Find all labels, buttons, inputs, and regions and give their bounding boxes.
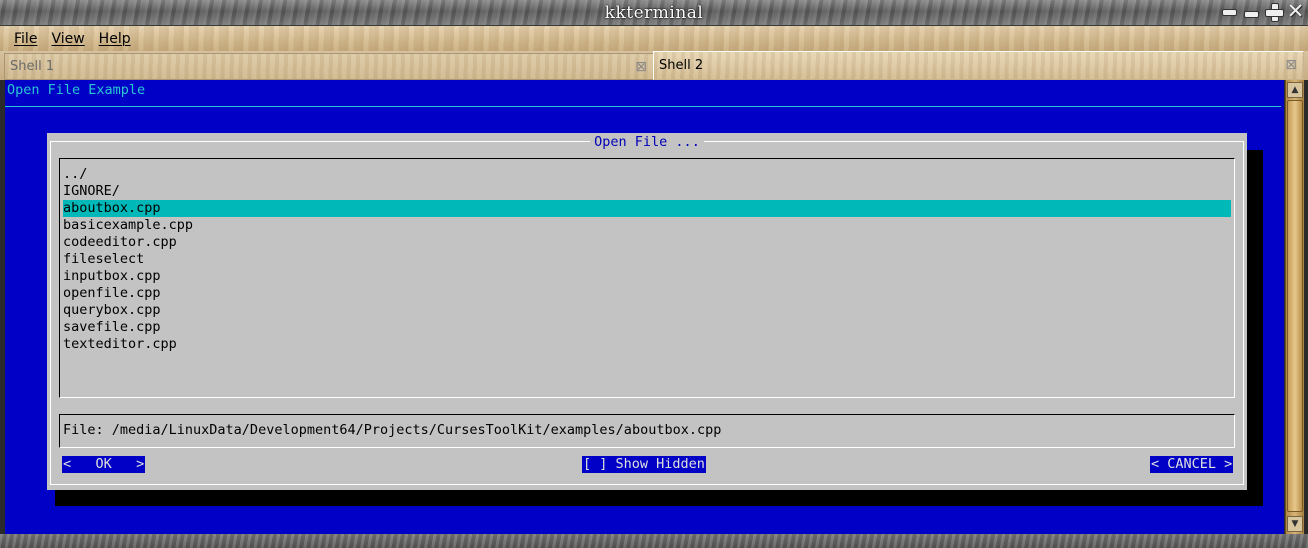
- file-list-item[interactable]: aboutbox.cpp: [63, 200, 1231, 217]
- tab-label: Shell 2: [659, 58, 704, 73]
- terminal-scrollbar[interactable]: ▲ ▼: [1285, 80, 1304, 534]
- maximize-icon[interactable]: [1263, 1, 1284, 22]
- tab-close-icon[interactable]: ⊠: [1285, 57, 1297, 73]
- tab-shell-2[interactable]: Shell 2 ⊠: [653, 51, 1304, 80]
- path-field[interactable]: File: /media/LinuxData/Development64/Pro…: [59, 414, 1235, 448]
- menu-view[interactable]: View: [44, 31, 91, 47]
- terminal-title: Open File Example: [7, 82, 146, 98]
- menu-file[interactable]: File: [7, 31, 44, 47]
- scroll-down-icon[interactable]: ▼: [1287, 516, 1303, 532]
- file-list-item[interactable]: IGNORE/: [63, 183, 1231, 200]
- file-list[interactable]: ../IGNORE/aboutbox.cpp basicexample.cpp co…: [59, 158, 1235, 398]
- file-list-item[interactable]: inputbox.cpp: [63, 268, 1231, 285]
- file-list-item[interactable]: savefile.cpp: [63, 319, 1231, 336]
- open-file-dialog: Open File ... ../IGNORE/aboutbox.cpp basi…: [47, 133, 1247, 490]
- file-list-item[interactable]: querybox.cpp: [63, 302, 1231, 319]
- file-list-item[interactable]: openfile.cpp: [63, 285, 1231, 302]
- menu-bar: File View Help: [0, 26, 1308, 51]
- file-list-item[interactable]: basicexample.cpp: [63, 217, 1231, 234]
- terminal-divider: [5, 106, 1281, 107]
- file-list-item[interactable]: codeeditor.cpp: [63, 234, 1231, 251]
- window-bottom-frame: [0, 534, 1308, 548]
- tab-shell-1[interactable]: Shell 1 ⊠: [4, 53, 654, 80]
- file-list-item[interactable]: fileselect: [63, 251, 1231, 268]
- cancel-button[interactable]: < CANCEL >: [1150, 456, 1234, 473]
- path-text: File: /media/LinuxData/Development64/Pro…: [63, 422, 722, 438]
- close-icon[interactable]: ✕: [1285, 1, 1306, 22]
- window-controls: ✕: [1219, 1, 1306, 22]
- tab-bar: Shell 1 ⊠ Shell 2 ⊠: [0, 51, 1308, 80]
- menu-help[interactable]: Help: [92, 31, 138, 47]
- window-title: kkterminal: [604, 3, 704, 23]
- show-hidden-checkbox[interactable]: [ ] Show Hidden: [582, 456, 706, 473]
- scroll-up-icon[interactable]: ▲: [1287, 82, 1303, 98]
- tab-label: Shell 1: [10, 59, 55, 74]
- dialog-title: Open File ...: [47, 134, 1247, 150]
- window-titlebar[interactable]: kkterminal ✕: [0, 0, 1308, 26]
- shade-icon[interactable]: [1241, 1, 1262, 22]
- tab-close-icon[interactable]: ⊠: [635, 59, 647, 75]
- scrollbar-thumb[interactable]: [1287, 100, 1303, 512]
- file-list-item[interactable]: texteditor.cpp: [63, 336, 1231, 353]
- ok-button[interactable]: < OK >: [62, 456, 146, 473]
- minimize-icon[interactable]: [1219, 1, 1240, 22]
- file-list-item[interactable]: ../: [63, 166, 1231, 183]
- dialog-title-text: Open File ...: [590, 134, 704, 150]
